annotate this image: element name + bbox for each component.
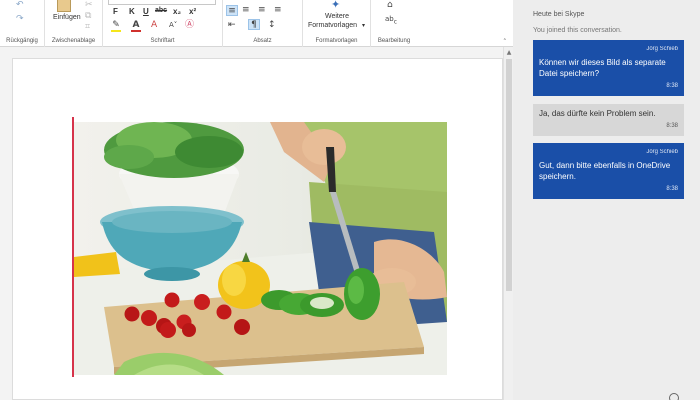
styles-button-line1[interactable]: Weitere (325, 13, 349, 20)
subscript-button[interactable]: x₂ (173, 7, 181, 16)
undo-icon[interactable]: ↶ (16, 0, 24, 10)
message-text: Können wir dieses Bild als separate Date… (539, 58, 666, 78)
editing-group-label: Bearbeitung (377, 38, 411, 44)
paste-icon[interactable] (57, 0, 71, 12)
chevron-down-icon[interactable]: ▾ (362, 22, 365, 29)
indent-icon[interactable]: ⇤ (228, 20, 236, 30)
underline-button[interactable]: U (143, 7, 149, 16)
paragraph-direction-icon[interactable]: ¶ (248, 19, 260, 30)
styles-group: ✦ Weitere Formatvorlagen ▾ Formatvorlage… (303, 0, 371, 47)
message-text: Ja, das dürfte kein Problem sein. (539, 109, 656, 118)
font-group: F K U abc x₂ x² ✎ A A A˅ Ⓐ Schriftart (103, 0, 223, 47)
skype-pane: Heute bei Skype You joined this conversa… (513, 0, 700, 400)
emoticon-icon[interactable] (669, 393, 679, 400)
italic-button[interactable]: K (129, 7, 135, 16)
superscript-button[interactable]: x² (189, 7, 196, 16)
paragraph-group-label: Absatz (253, 38, 272, 44)
replace-icon[interactable]: abc (385, 14, 397, 27)
undo-group-label: Rückgängig (6, 38, 38, 44)
format-painter-icon[interactable]: ⌗ (85, 22, 90, 32)
find-icon[interactable]: ⌂ (387, 0, 393, 10)
align-left-icon[interactable]: ≡ (226, 5, 238, 16)
paragraph-group: ≡ ≡ ≡ ≡ ⇤ ¶ ↕ Absatz (223, 0, 303, 47)
message-time: 8:38 (666, 83, 678, 89)
inserted-photo[interactable] (74, 122, 447, 375)
clipboard-group-label: Zwischenablage (51, 38, 96, 44)
line-spacing-icon[interactable]: ↕ (268, 20, 276, 30)
styles-icon[interactable]: ✦ (331, 0, 340, 10)
styles-button-line2[interactable]: Formatvorlagen (308, 22, 357, 29)
collapse-ribbon-icon[interactable]: ˄ (503, 37, 507, 47)
clear-format-icon[interactable]: A (151, 20, 157, 30)
message-text: Gut, dann bitte ebenfalls in OneDrive sp… (539, 161, 671, 181)
bold-button[interactable]: F (113, 7, 118, 16)
font-color-icon[interactable]: A (131, 20, 141, 32)
scroll-thumb[interactable] (506, 59, 512, 291)
paste-button[interactable]: Einfügen (53, 14, 81, 21)
copy-icon[interactable]: ⧉ (85, 11, 91, 21)
clipboard-group: Einfügen ✂ ⧉ ⌗ Zwischenablage (45, 0, 103, 47)
ribbon: ↶ ↷ Rückgängig Einfügen ✂ ⧉ ⌗ Zwischenab… (0, 0, 513, 47)
styles-group-label: Formatvorlagen (315, 38, 358, 44)
photo-illustration (74, 122, 447, 375)
strike-button[interactable]: abc (155, 7, 167, 14)
message-time: 8:38 (666, 123, 678, 129)
highlight-icon[interactable]: ✎ (111, 20, 121, 32)
skype-subtitle: You joined this conversation. (533, 27, 622, 34)
editing-group: ⌂ abc Bearbeitung (371, 0, 417, 47)
align-right-icon[interactable]: ≡ (258, 5, 266, 15)
cut-icon[interactable]: ✂ (85, 0, 93, 10)
justify-icon[interactable]: ≡ (274, 5, 282, 15)
message-sender: Jörg Schieb (646, 46, 678, 52)
message-time: 8:38 (666, 186, 678, 192)
align-center-icon[interactable]: ≡ (242, 5, 250, 15)
text-effects-icon[interactable]: Ⓐ (185, 20, 194, 30)
message-bubble[interactable]: Jörg Schieb Gut, dann bitte ebenfalls in… (533, 143, 684, 199)
undo-group: ↶ ↷ Rückgängig (0, 0, 45, 47)
redo-icon[interactable]: ↷ (16, 14, 24, 24)
message-bubble[interactable]: Jörg Schieb Können wir dieses Bild als s… (533, 40, 684, 96)
message-bubble[interactable]: Ja, das dürfte kein Problem sein. 8:38 (533, 104, 684, 136)
scroll-up-icon[interactable]: ▲ (505, 49, 513, 56)
message-sender: Jörg Schieb (646, 149, 678, 155)
skype-title: Heute bei Skype (533, 11, 585, 18)
font-group-label: Schriftart (150, 38, 175, 44)
document-scrollbar[interactable]: ▲ (503, 47, 513, 400)
font-size-down-icon[interactable]: A˅ (169, 20, 177, 30)
